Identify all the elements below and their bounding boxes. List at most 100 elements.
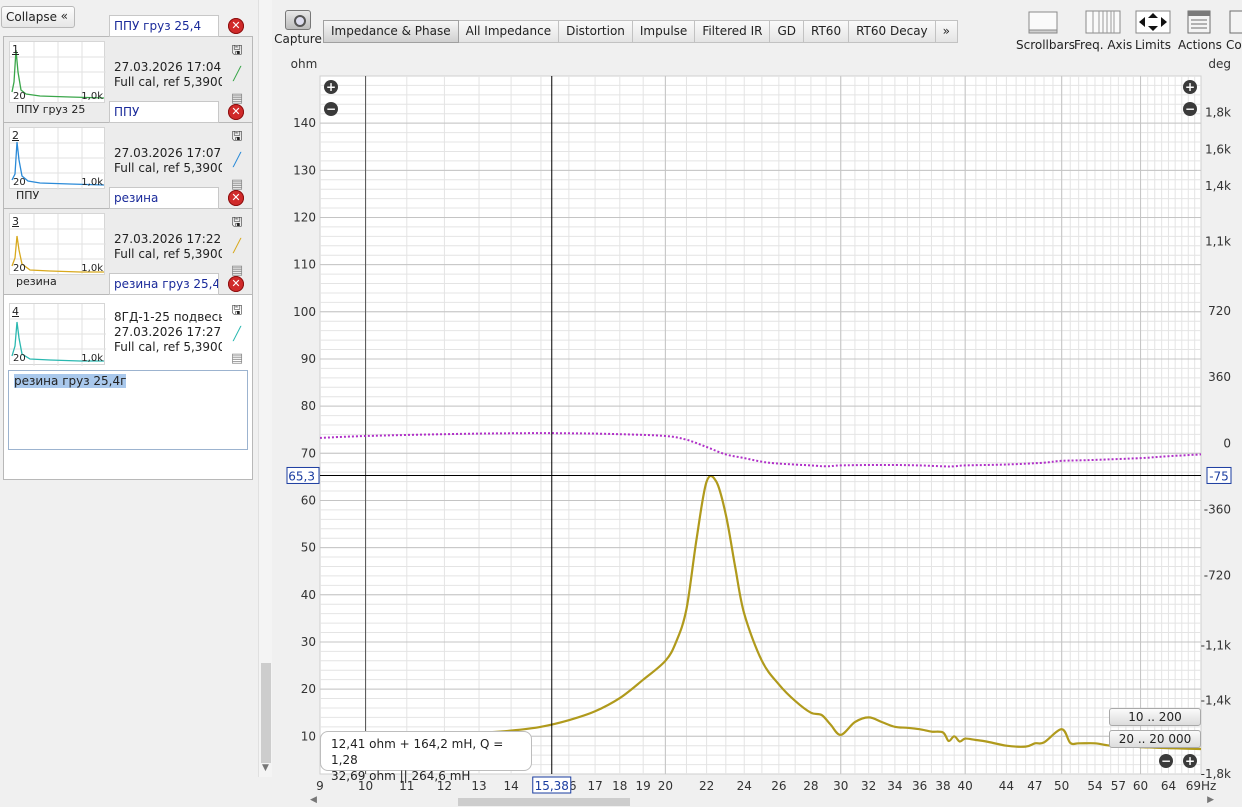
y2-tick-label: 1,6k (1205, 142, 1231, 156)
tab-distortion[interactable]: Distortion (559, 20, 633, 43)
tab-impedance-phase[interactable]: Impedance & Phase (323, 20, 459, 43)
camera-icon (285, 10, 311, 30)
capture-button[interactable]: Capture (274, 6, 322, 46)
x-tick-label: 47 (1027, 779, 1042, 793)
y2-tick-label: 720 (1208, 304, 1231, 318)
remove-measurement-icon[interactable]: ✕ (228, 18, 244, 34)
measurement-date: 27.03.2026 17:07:0 (114, 146, 222, 160)
pen-icon[interactable]: ╱ (229, 153, 245, 169)
tab-rt60[interactable]: RT60 (804, 20, 850, 43)
measurement-thumbnail[interactable]: 1 20 1,0k (9, 41, 106, 104)
notes-textarea[interactable]: резина груз 25,4г (8, 370, 248, 450)
thumb-axis-min: 20 (13, 263, 26, 274)
remove-measurement-icon[interactable]: ✕ (228, 104, 244, 120)
cursor-y2-label: -75 (1209, 469, 1229, 483)
save-icon[interactable]: 🖫 (229, 129, 245, 145)
measurement-label: ППУ (16, 189, 40, 202)
y-tick-label: 80 (301, 399, 316, 413)
zoom-out-y2-icon[interactable]: − (1183, 102, 1197, 116)
range-20-20000-button[interactable]: 20 .. 20 000 (1109, 730, 1201, 748)
zoom-out-y-icon[interactable]: − (324, 102, 338, 116)
measurement-thumbnail[interactable]: 4 20 1,0k (9, 303, 106, 366)
impedance-phase-chart[interactable]: 10 20 30 40 50 60 70 80 90 100 110 120 130 140 1,8k 1,6… (276, 56, 1242, 807)
y-tick-label: 60 (301, 493, 316, 507)
notes-icon[interactable]: ▤ (229, 351, 245, 367)
controls-icon (1226, 10, 1242, 34)
tab-rt60-decay[interactable]: RT60 Decay (849, 20, 936, 43)
scroll-right-icon[interactable]: ▶ (1207, 795, 1214, 805)
x-tick-label: 24 (737, 779, 752, 793)
y2-tick-label: -1,1k (1201, 638, 1231, 652)
x-tick-label: 38 (935, 779, 950, 793)
x-tick-label: 34 (887, 779, 902, 793)
measurement-date: 27.03.2026 17:22:5 (114, 232, 222, 246)
x-tick-label: 44 (999, 779, 1014, 793)
x-scrollbar[interactable]: ◀ ▶ (310, 795, 1214, 807)
measurement-thumbnail[interactable]: 3 20 1,0k (9, 213, 106, 276)
chart-svg[interactable]: 1020304050607080901001101201301401,8k1,6… (276, 56, 1242, 807)
measurement-name-input[interactable]: резина (109, 187, 219, 209)
freq-axis-icon (1074, 10, 1132, 34)
save-icon[interactable]: 🖫 (229, 43, 245, 59)
y2-tick-label: -720 (1204, 569, 1231, 583)
remove-measurement-icon[interactable]: ✕ (228, 276, 244, 292)
scrollbars-button[interactable]: Scrollbars (1016, 6, 1075, 52)
measurement-index: 4 (12, 305, 19, 318)
limits-icon (1134, 10, 1172, 34)
measurement-cal: Full cal, ref 5,3900 (114, 247, 222, 261)
pen-icon[interactable]: ╱ (229, 67, 245, 83)
pen-icon[interactable]: ╱ (229, 239, 245, 255)
thumb-axis-min: 20 (13, 91, 26, 102)
remove-measurement-icon[interactable]: ✕ (228, 190, 244, 206)
panel-scrollbar[interactable]: ▼ (258, 0, 272, 777)
y2-tick-label: 1,8k (1205, 106, 1231, 120)
x-tick-label: 54 (1087, 779, 1102, 793)
cursor-readout: 12,41 ohm + 164,2 mH, Q = 1,28 32,69 ohm… (320, 731, 532, 783)
scroll-down-icon[interactable]: ▼ (262, 763, 269, 773)
limits-button[interactable]: Limits (1134, 6, 1172, 52)
measurement-label: ППУ груз 25 (16, 103, 86, 116)
scrollbars-label: Scrollbars (1016, 38, 1076, 52)
capture-label: Capture (274, 32, 322, 46)
tab-impulse[interactable]: Impulse (632, 20, 696, 43)
zoom-in-x-icon[interactable]: + (1183, 754, 1197, 768)
measurement-index: 3 (12, 215, 19, 228)
measurement-name-input[interactable]: резина груз 25,4г (109, 273, 219, 295)
tab-gd[interactable]: GD (770, 20, 805, 43)
pen-icon[interactable]: ╱ (229, 327, 245, 343)
x-tick-label: 36 (912, 779, 927, 793)
zoom-in-y2-icon[interactable]: + (1183, 80, 1197, 94)
measurement-name-input[interactable]: ППУ груз 25,4 (109, 15, 219, 37)
scrollbars-icon (1016, 10, 1070, 34)
zoom-out-x-icon[interactable]: − (1159, 754, 1173, 768)
x-tick-label: 32 (861, 779, 876, 793)
range-10-200-button[interactable]: 10 .. 200 (1109, 708, 1201, 726)
x-tick-label: 22 (699, 779, 714, 793)
scroll-left-icon[interactable]: ◀ (310, 795, 317, 805)
scrollbar-thumb[interactable] (261, 663, 271, 763)
y2-tick-label: 0 (1223, 436, 1231, 450)
thumb-axis-min: 20 (13, 353, 26, 364)
collapse-button[interactable]: Collapse « (1, 6, 75, 28)
measurement-date: 27.03.2026 17:27:5 (114, 325, 222, 339)
y-tick-label: 40 (301, 588, 316, 602)
save-icon[interactable]: 🖫 (229, 303, 245, 319)
controls-button[interactable]: Co (1226, 6, 1242, 52)
measurement-cal: Full cal, ref 5,3900 (114, 75, 222, 89)
x-tick-label: 28 (803, 779, 818, 793)
zoom-in-y-icon[interactable]: + (324, 80, 338, 94)
tab-filtered-ir[interactable]: Filtered IR (695, 20, 771, 43)
notes-text: резина груз 25,4г (14, 374, 127, 388)
thumb-axis-max: 1,0k (81, 353, 103, 364)
cursor-y-label: 65,3 (288, 469, 315, 483)
freq-axis-button[interactable]: Freq. Axis (1074, 6, 1132, 52)
save-icon[interactable]: 🖫 (229, 215, 245, 231)
measurement-thumbnail[interactable]: 2 20 1,0k (9, 127, 106, 190)
measurement-cal: Full cal, ref 5,3900 (114, 161, 222, 175)
x-scrollbar-thumb[interactable] (458, 798, 630, 806)
measurement-name-input[interactable]: ППУ (109, 101, 219, 123)
more-tabs-button[interactable]: » (935, 20, 958, 43)
readout-line-1: 12,41 ohm + 164,2 mH, Q = 1,28 (331, 737, 504, 767)
actions-button[interactable]: Actions (1178, 6, 1222, 52)
tab-all-impedance[interactable]: All Impedance (458, 20, 560, 43)
